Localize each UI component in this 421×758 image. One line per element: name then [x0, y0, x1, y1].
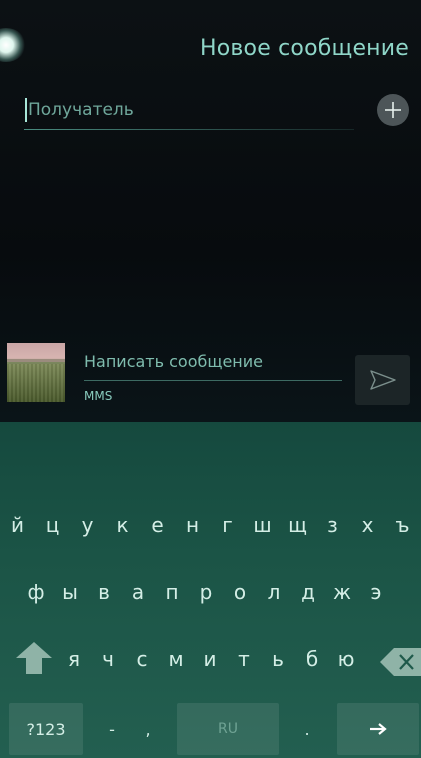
key[interactable]: ь — [261, 637, 295, 681]
enter-key[interactable] — [337, 703, 419, 755]
key[interactable]: х — [350, 503, 385, 547]
key[interactable]: к — [105, 503, 140, 547]
symbols-key[interactable]: ?123 — [9, 703, 83, 755]
key[interactable]: л — [257, 570, 291, 614]
key[interactable]: с — [125, 637, 159, 681]
thumbnail-field — [7, 364, 65, 402]
keyboard-row-3: я ч с м и т ь б ю — [0, 637, 421, 681]
key[interactable]: а — [121, 570, 155, 614]
page-title: Новое сообщение — [199, 36, 409, 61]
compose-underline — [84, 380, 342, 381]
dash-key[interactable]: - — [95, 703, 129, 755]
key[interactable]: ц — [35, 503, 70, 547]
compose-input[interactable]: Написать сообщение — [84, 352, 263, 371]
key[interactable]: е — [140, 503, 175, 547]
key[interactable]: в — [87, 570, 121, 614]
keyboard-row-2: ф ы в а п р о л д ж э — [0, 570, 421, 614]
attachment-thumbnail[interactable] — [7, 343, 65, 402]
key[interactable]: й — [0, 503, 35, 547]
key[interactable]: б — [295, 637, 329, 681]
recipient-input[interactable] — [28, 96, 358, 124]
key[interactable]: т — [227, 637, 261, 681]
key[interactable]: ч — [91, 637, 125, 681]
key[interactable]: э — [359, 570, 393, 614]
keyboard-bottom-row: ?123 - , RU . — [0, 703, 421, 755]
key[interactable]: ш — [245, 503, 280, 547]
key[interactable]: д — [291, 570, 325, 614]
send-button[interactable] — [355, 355, 410, 405]
text-cursor — [25, 98, 27, 122]
add-recipient-button[interactable] — [377, 94, 409, 126]
send-icon — [369, 370, 396, 390]
backspace-key[interactable] — [380, 647, 421, 677]
key[interactable]: ф — [19, 570, 53, 614]
key[interactable]: п — [155, 570, 189, 614]
key[interactable]: щ — [280, 503, 315, 547]
comma-key[interactable]: , — [131, 703, 165, 755]
key[interactable]: ю — [329, 637, 363, 681]
key[interactable]: о — [223, 570, 257, 614]
key[interactable]: г — [210, 503, 245, 547]
recipient-underline — [24, 129, 354, 130]
period-key[interactable]: . — [290, 703, 324, 755]
message-type-label: MMS — [84, 389, 113, 403]
key[interactable]: з — [315, 503, 350, 547]
plus-icon — [385, 102, 401, 118]
key[interactable]: р — [189, 570, 223, 614]
key[interactable]: я — [57, 637, 91, 681]
key[interactable]: н — [175, 503, 210, 547]
keyboard-row-1: й ц у к е н г ш щ з х ъ — [0, 503, 421, 547]
key[interactable]: у — [70, 503, 105, 547]
thumbnail-horizon — [7, 359, 65, 362]
key[interactable]: ж — [325, 570, 359, 614]
key[interactable]: ъ — [385, 503, 420, 547]
backspace-icon — [380, 648, 421, 676]
arrow-right-icon — [370, 723, 387, 735]
key[interactable]: ы — [53, 570, 87, 614]
space-key[interactable]: RU — [177, 703, 279, 755]
key[interactable]: м — [159, 637, 193, 681]
key[interactable]: и — [193, 637, 227, 681]
